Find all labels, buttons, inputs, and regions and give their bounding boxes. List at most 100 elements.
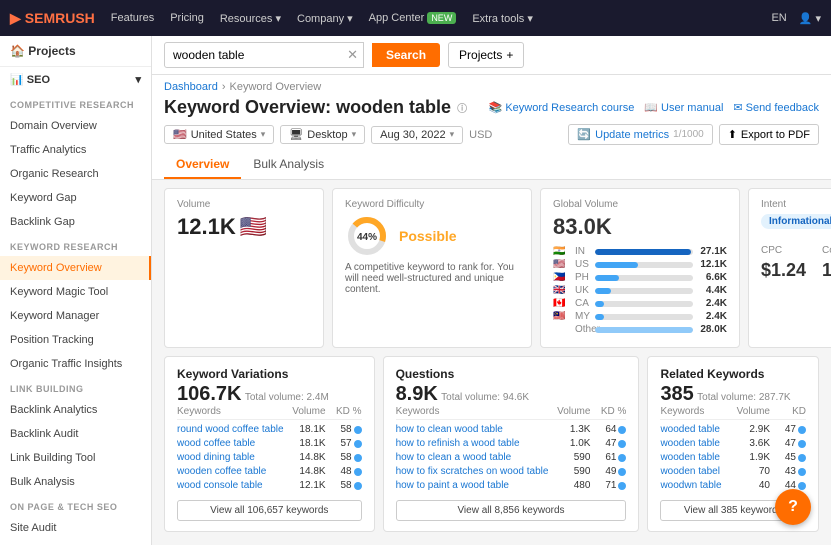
sidebar-section-competitive: COMPETITIVE RESEARCH [0, 92, 151, 114]
breadcrumb-current: Keyword Overview [230, 81, 322, 93]
sidebar-item-keyword-gap[interactable]: Keyword Gap [0, 186, 151, 210]
table-row: wood dining table 14.8K 58 [177, 452, 362, 463]
sidebar-item-site-audit[interactable]: Site Audit [0, 516, 151, 540]
sidebar-item-backlink-gap[interactable]: Backlink Gap [0, 210, 151, 234]
sidebar-projects[interactable]: 🏠 Projects [0, 36, 151, 67]
keyword-research-link[interactable]: 📚 Keyword Research course [489, 101, 635, 114]
kw-link[interactable]: how to fix scratches on wood table [396, 466, 549, 477]
tab-overview[interactable]: Overview [164, 151, 241, 179]
com-value: 1.00 [822, 260, 831, 281]
table-row: wooden table 1.9K 45 [660, 452, 806, 463]
kd-donut-chart: 44% [345, 214, 389, 258]
view-all-questions[interactable]: View all 8,856 keywords [396, 500, 627, 521]
country-row-us: 🇺🇸 US 12.1K [553, 259, 727, 270]
date-filter[interactable]: Aug 30, 2022 ▾ [371, 126, 463, 144]
related-kw-rows: wooded table 2.9K 47 wooden table 3.6K 4… [660, 424, 806, 491]
nav-pricing[interactable]: Pricing [170, 12, 204, 24]
country-row-ph: 🇵🇭 PH 6.6K [553, 272, 727, 283]
sidebar-item-backlink-audit[interactable]: Backlink Audit [0, 422, 151, 446]
nav-company[interactable]: Company ▾ [297, 12, 353, 25]
svg-text:44%: 44% [357, 232, 377, 243]
breadcrumb: Dashboard › Keyword Overview [164, 81, 819, 93]
intent-label: Intent [761, 199, 831, 210]
sidebar-item-keyword-magic[interactable]: Keyword Magic Tool [0, 280, 151, 304]
search-button[interactable]: Search [372, 43, 440, 67]
send-feedback-link[interactable]: ✉ Send feedback [733, 101, 819, 114]
nav-features[interactable]: Features [111, 12, 154, 24]
kw-variations-rows: round wood coffee table 18.1K 58 wood co… [177, 424, 362, 491]
sidebar-item-link-building-tool[interactable]: Link Building Tool [0, 446, 151, 470]
table-row: how to clean a wood table 590 61 [396, 452, 627, 463]
cpc-value: $1.24 [761, 260, 806, 281]
kd-card: Keyword Difficulty 44% Possible [332, 188, 532, 348]
kw-link[interactable]: wood coffee table [177, 438, 284, 449]
kw-link[interactable]: wooden table [660, 438, 728, 449]
kw-link[interactable]: how to paint a wood table [396, 480, 549, 491]
sidebar-item-bulk-analysis[interactable]: Bulk Analysis [0, 470, 151, 494]
table-row: how to fix scratches on wood table 590 4… [396, 466, 627, 477]
country-row-ca: 🇨🇦 CA 2.4K [553, 298, 727, 309]
kd-description: A competitive keyword to rank for. You w… [345, 262, 519, 295]
sidebar-item-listing-mgmt[interactable]: Listing Management [0, 540, 151, 545]
country-row-my: 🇲🇾 MY 2.4K [553, 311, 727, 322]
page-title-actions: 📚 Keyword Research course 📖 User manual … [489, 101, 819, 114]
nav-extratools[interactable]: Extra tools ▾ [472, 12, 533, 25]
kw-link[interactable]: how to clean a wood table [396, 452, 549, 463]
sidebar-item-position-tracking[interactable]: Position Tracking [0, 328, 151, 352]
com-section: Com. 1.00 [822, 245, 831, 281]
main-content: Volume 12.1K 🇺🇸 Keyword Difficulty [152, 180, 831, 540]
nav-appcenter[interactable]: App Center NEW [369, 12, 457, 24]
search-input[interactable] [164, 42, 364, 68]
kd-donut: 44% Possible [345, 214, 519, 258]
country-filter[interactable]: 🇺🇸 United States ▾ [164, 125, 274, 144]
sidebar-item-backlink-analytics[interactable]: Backlink Analytics [0, 398, 151, 422]
title-info-icon[interactable]: ⓘ [457, 100, 467, 115]
volume-value: 12.1K 🇺🇸 [177, 214, 311, 240]
help-button[interactable]: ? [775, 489, 811, 525]
kw-link[interactable]: wooden tabel [660, 466, 728, 477]
nav-lang[interactable]: EN [771, 12, 786, 24]
logo[interactable]: ▶ SEMRUSH [10, 10, 95, 27]
nav-resources[interactable]: Resources ▾ [220, 12, 281, 25]
kw-link[interactable]: wood console table [177, 480, 284, 491]
bottom-row: Keyword Variations 106.7K Total volume: … [164, 356, 819, 532]
device-filter[interactable]: 🖥 Desktop ▾ [280, 125, 365, 144]
table-row: wooden tabel 70 43 [660, 466, 806, 477]
search-clear-icon[interactable]: ✕ [347, 47, 358, 63]
sidebar-item-organic-traffic[interactable]: Organic Traffic Insights [0, 352, 151, 376]
sidebar-item-keyword-manager[interactable]: Keyword Manager [0, 304, 151, 328]
kw-variations-header: Keywords Volume KD % [177, 406, 362, 420]
table-row: wood coffee table 18.1K 57 [177, 438, 362, 449]
kw-link[interactable]: wooden table [660, 452, 728, 463]
sidebar-item-domain-overview[interactable]: Domain Overview [0, 114, 151, 138]
kw-link[interactable]: round wood coffee table [177, 424, 284, 435]
top-cards-row: Volume 12.1K 🇺🇸 Keyword Difficulty [164, 188, 819, 348]
kw-link[interactable]: wooden coffee table [177, 466, 284, 477]
update-metrics-button[interactable]: 🔄 Update metrics 1/1000 [568, 124, 712, 145]
sidebar-item-keyword-overview[interactable]: Keyword Overview [0, 256, 151, 280]
related-kw-count: 385 [660, 383, 693, 405]
sidebar-item-seo[interactable]: 📊 SEO ▾ [0, 67, 151, 92]
view-all-kw-variations[interactable]: View all 106,657 keywords [177, 500, 362, 521]
kw-link[interactable]: how to refinish a wood table [396, 438, 549, 449]
breadcrumb-dashboard[interactable]: Dashboard [164, 81, 218, 93]
nav-user[interactable]: 👤 ▾ [799, 12, 821, 25]
export-pdf-button[interactable]: ⬆ Export to PDF [719, 124, 819, 145]
filter-row: 🇺🇸 United States ▾ 🖥 Desktop ▾ Aug 30, 2… [164, 118, 819, 151]
sidebar-item-traffic-analytics[interactable]: Traffic Analytics [0, 138, 151, 162]
user-manual-link[interactable]: 📖 User manual [644, 101, 723, 114]
table-row: how to paint a wood table 480 71 [396, 480, 627, 491]
kw-link[interactable]: wooded table [660, 424, 728, 435]
kw-link[interactable]: woodwn table [660, 480, 728, 491]
volume-flag: 🇺🇸 [240, 214, 267, 240]
kw-link[interactable]: wood dining table [177, 452, 284, 463]
sidebar-section-link-building: LINK BUILDING [0, 376, 151, 398]
tab-bulk-analysis[interactable]: Bulk Analysis [241, 151, 336, 179]
kw-link[interactable]: how to clean wood table [396, 424, 549, 435]
sidebar-item-organic-research[interactable]: Organic Research [0, 162, 151, 186]
projects-button[interactable]: Projects + [448, 42, 524, 68]
questions-header: Keywords Volume KD % [396, 406, 627, 420]
kd-label: Keyword Difficulty [345, 199, 519, 210]
currency-label: USD [469, 129, 492, 141]
sidebar-section-onpage: ON PAGE & TECH SEO [0, 494, 151, 516]
